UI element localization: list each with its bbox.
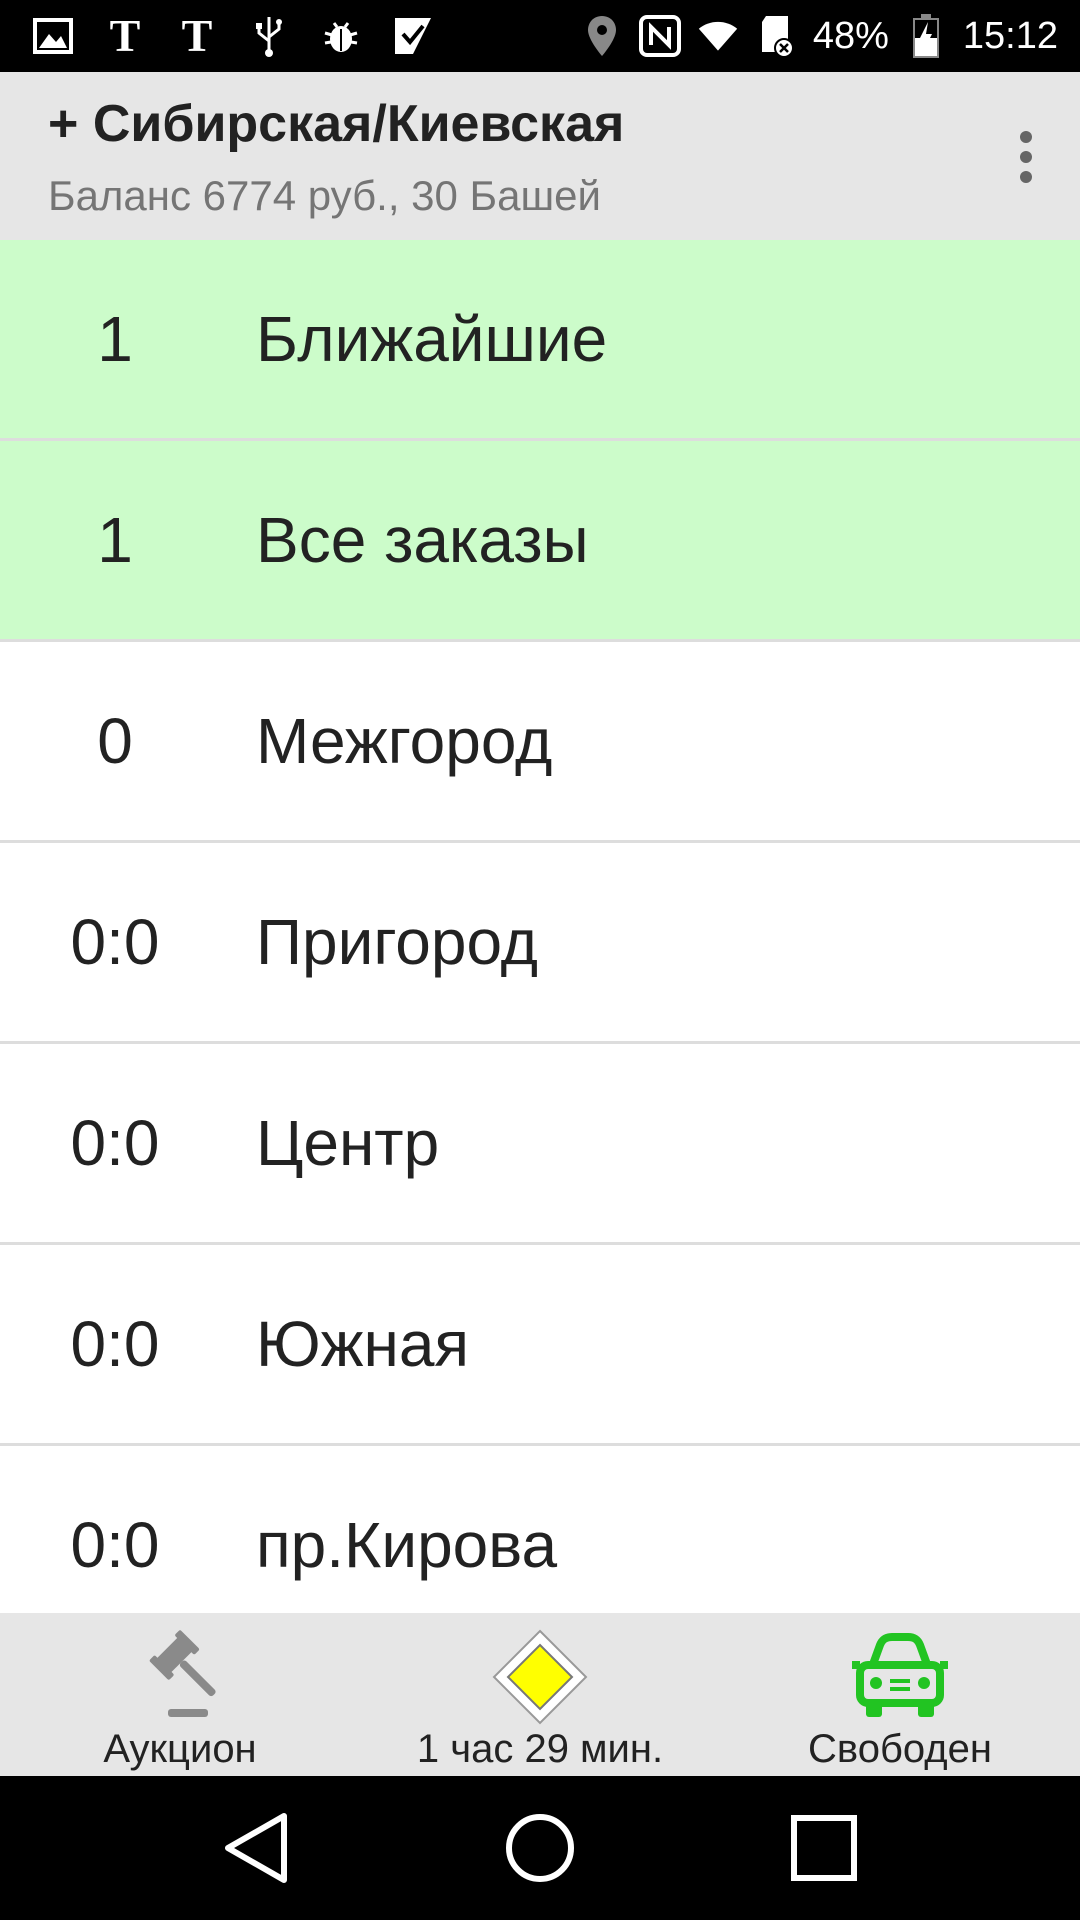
bug-icon xyxy=(320,15,362,57)
overflow-menu-button[interactable] xyxy=(1006,127,1046,187)
car-icon xyxy=(852,1633,948,1717)
recents-icon[interactable] xyxy=(784,1808,864,1888)
shift-time-label: 1 час 29 мин. xyxy=(416,1727,664,1771)
category-label: Все заказы xyxy=(256,504,589,576)
shift-timer-button[interactable]: 1 час 29 мин. xyxy=(390,1613,690,1776)
order-count: 1 xyxy=(97,303,133,375)
header-title[interactable]: + Сибирская/Киевская xyxy=(48,94,624,154)
category-label: Центр xyxy=(256,1107,440,1179)
text-notification-icon: T xyxy=(109,10,141,61)
auction-button[interactable]: Аукцион xyxy=(60,1613,300,1776)
more-vert-icon xyxy=(1020,131,1032,183)
text-notification-icon: T xyxy=(181,10,213,61)
back-icon[interactable] xyxy=(216,1808,296,1888)
order-count: 0:0 xyxy=(70,1107,160,1179)
wifi-icon xyxy=(697,15,739,57)
list-item-intercity[interactable]: 0 Межгород xyxy=(0,642,1080,843)
category-label: Пригород xyxy=(256,906,538,978)
order-category-list: 1 Ближайшие 1 Все заказы 0 Межгород 0:0 … xyxy=(0,240,1080,1613)
category-label: Межгород xyxy=(256,705,553,777)
sd-card-icon xyxy=(755,15,797,58)
list-item-nearest[interactable]: 1 Ближайшие xyxy=(0,240,1080,441)
category-label: Ближайшие xyxy=(256,303,608,375)
gallery-notification-icon xyxy=(32,15,74,57)
driver-status-label: Свободен xyxy=(808,1727,992,1771)
check-flag-icon xyxy=(392,15,434,57)
list-item-south[interactable]: 0:0 Южная xyxy=(0,1245,1080,1446)
order-count: 0:0 xyxy=(70,1509,160,1581)
driver-status-button[interactable]: Свободен xyxy=(780,1613,1020,1776)
bottom-action-bar: Аукцион 1 час 29 мин. Свободен xyxy=(0,1613,1080,1776)
list-item-kirova[interactable]: 0:0 пр.Кирова xyxy=(0,1446,1080,1613)
balance-subtitle: Баланс 6774 руб., 30 Башей xyxy=(48,172,601,219)
nfc-icon xyxy=(638,15,681,57)
order-count: 1 xyxy=(97,504,133,576)
gavel-icon xyxy=(149,1630,216,1717)
order-count: 0 xyxy=(97,705,133,777)
usb-icon xyxy=(248,15,290,57)
priority-road-sign-icon xyxy=(492,1629,588,1725)
list-item-center[interactable]: 0:0 Центр xyxy=(0,1044,1080,1245)
status-bar: T T 48% 15:12 xyxy=(0,0,1080,72)
category-label: пр.Кирова xyxy=(256,1509,558,1581)
home-icon[interactable] xyxy=(500,1808,580,1888)
category-label: Южная xyxy=(256,1308,470,1380)
location-icon xyxy=(581,15,623,57)
order-count: 0:0 xyxy=(70,906,160,978)
auction-label: Аукцион xyxy=(103,1727,257,1771)
clock: 15:12 xyxy=(962,14,1058,57)
system-navigation-bar xyxy=(0,1776,1080,1920)
battery-percent: 48% xyxy=(812,14,889,57)
battery-charging-icon xyxy=(905,14,947,58)
app-header: + Сибирская/Киевская Баланс 6774 руб., 3… xyxy=(0,72,1080,240)
order-count: 0:0 xyxy=(70,1308,160,1380)
list-item-all-orders[interactable]: 1 Все заказы xyxy=(0,441,1080,642)
list-item-suburb[interactable]: 0:0 Пригород xyxy=(0,843,1080,1044)
